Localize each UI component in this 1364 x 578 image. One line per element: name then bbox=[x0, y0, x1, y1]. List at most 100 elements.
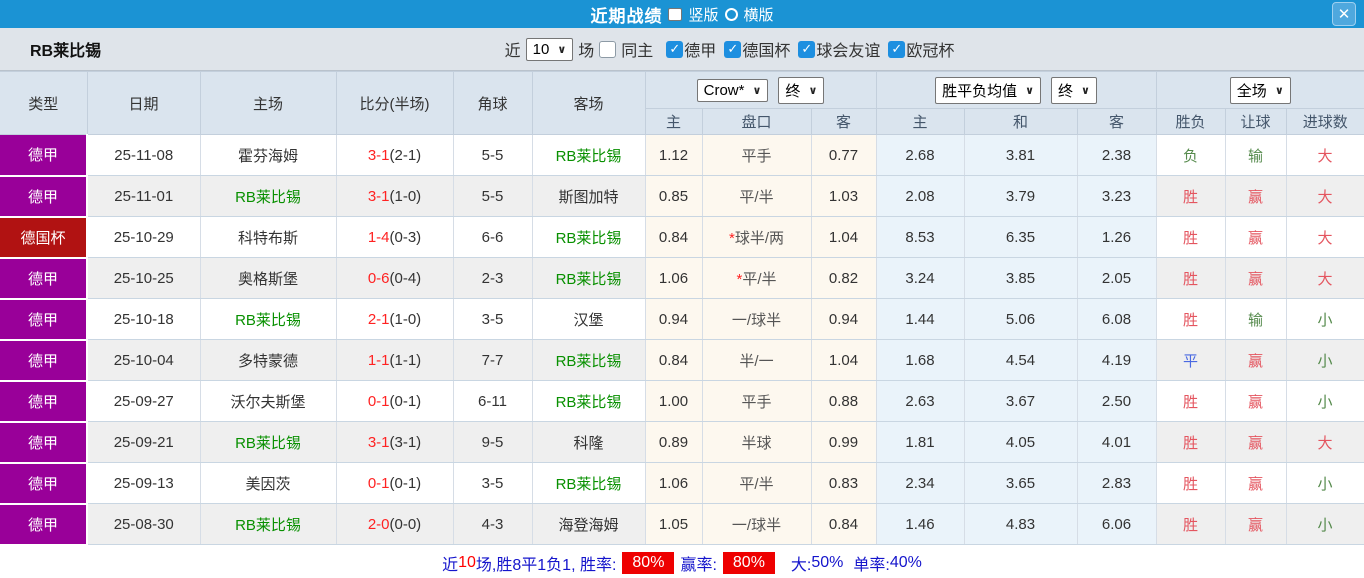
friendly-checkbox[interactable]: ✓ bbox=[798, 40, 816, 58]
col-header-away: 客场 bbox=[531, 71, 646, 135]
ah-handicap: *球半/两 bbox=[702, 216, 812, 258]
ah-handicap: 平手 bbox=[702, 134, 812, 176]
lose-odds: 2.38 bbox=[1077, 134, 1157, 176]
odds-company-select[interactable]: Crow* ∨ bbox=[696, 78, 769, 102]
fulltime-score: 1-4 bbox=[367, 228, 390, 246]
draw-odds: 3.81 bbox=[964, 134, 1078, 176]
ah-away-odds: 0.99 bbox=[811, 421, 877, 463]
match-score: 3-1(2-1) bbox=[336, 134, 454, 176]
corner-score: 3-5 bbox=[453, 298, 533, 340]
match-result: 胜 bbox=[1156, 257, 1226, 299]
match-result: 胜 bbox=[1156, 462, 1226, 504]
bundesliga-checkbox[interactable]: ✓ bbox=[666, 40, 684, 58]
away-team: RB莱比锡 bbox=[532, 134, 646, 176]
col-header-date: 日期 bbox=[86, 71, 201, 135]
subheader-result: 胜负 bbox=[1155, 108, 1226, 135]
wdl-average-select[interactable]: 胜平负均值 ∨ bbox=[935, 76, 1042, 104]
away-team: 汉堡 bbox=[532, 298, 646, 340]
match-score: 0-1(0-1) bbox=[336, 380, 454, 422]
col-header-home: 主场 bbox=[199, 71, 337, 135]
match-date: 25-11-08 bbox=[87, 134, 201, 176]
vertical-layout-radio[interactable] bbox=[668, 7, 683, 21]
near-label: 近 bbox=[442, 556, 459, 574]
away-team: RB莱比锡 bbox=[532, 257, 646, 299]
match-score: 2-1(1-0) bbox=[336, 298, 454, 340]
league-filter-german-cup[interactable]: ✓ 德国杯 bbox=[724, 37, 790, 61]
match-row: 德甲 25-08-30 RB莱比锡 2-0(0-0) 4-3 海登海姆 1.05… bbox=[0, 503, 1364, 546]
close-button[interactable]: ✕ bbox=[1332, 2, 1356, 26]
chevron-down-icon: ∨ bbox=[752, 84, 762, 97]
match-count-select[interactable]: 10 ∨ bbox=[525, 37, 574, 61]
ah-away-odds: 1.04 bbox=[811, 216, 877, 258]
fulltime-score: 2-1 bbox=[367, 310, 390, 328]
friendly-label: 球会友谊 bbox=[816, 43, 881, 60]
draw-odds: 3.85 bbox=[964, 257, 1078, 299]
horizontal-layout-label[interactable]: 横版 bbox=[744, 4, 774, 25]
league-type-badge: 德国杯 bbox=[0, 216, 88, 259]
subheader-handicap-result: 让球 bbox=[1224, 108, 1287, 135]
match-result: 胜 bbox=[1156, 298, 1226, 340]
fulltime-score: 0-6 bbox=[367, 269, 390, 287]
home-team: RB莱比锡 bbox=[200, 421, 337, 463]
league-filter-bundesliga[interactable]: ✓ 德甲 bbox=[666, 37, 716, 61]
bundesliga-label: 德甲 bbox=[684, 43, 717, 60]
match-score: 1-1(1-1) bbox=[336, 339, 454, 381]
fulltime-score: 3-1 bbox=[367, 433, 390, 451]
ah-home-odds: 0.84 bbox=[645, 216, 703, 258]
wdl-time-select[interactable]: 终 ∨ bbox=[1051, 76, 1097, 104]
match-date: 25-10-04 bbox=[87, 339, 201, 381]
away-team: RB莱比锡 bbox=[532, 380, 646, 422]
ah-away-odds: 0.94 bbox=[811, 298, 877, 340]
recent-results-panel: 近期战绩 竖版 横版 ✕ RB莱比锡 近 10 ∨ 场 同主 ✓ 德甲 ✓ 德国… bbox=[0, 0, 1364, 578]
ah-handicap: 一/球半 bbox=[702, 298, 812, 340]
lose-odds: 4.19 bbox=[1077, 339, 1157, 381]
odds-time-select[interactable]: 终 ∨ bbox=[778, 76, 825, 104]
vertical-layout-label[interactable]: 竖版 bbox=[688, 4, 718, 25]
single-rate-label: 单率: bbox=[853, 556, 890, 574]
away-team: 科隆 bbox=[532, 421, 646, 463]
handicap-result: 赢 bbox=[1225, 503, 1287, 545]
league-type-badge: 德甲 bbox=[0, 380, 88, 423]
goals-result: 大 bbox=[1286, 257, 1364, 299]
halftime-score: (0-1) bbox=[389, 474, 422, 492]
win-odds: 2.63 bbox=[876, 380, 965, 422]
ah-handicap: 一/球半 bbox=[702, 503, 812, 545]
same-home-checkbox[interactable] bbox=[599, 40, 617, 58]
col-header-score: 比分(半场) bbox=[335, 71, 454, 135]
league-type-badge: 德甲 bbox=[0, 462, 88, 505]
draw-odds: 3.67 bbox=[964, 380, 1078, 422]
asian-handicap-group-header: Crow* ∨ 终 ∨ bbox=[644, 71, 877, 109]
match-row: 德甲 25-09-21 RB莱比锡 3-1(3-1) 9-5 科隆 0.89 半… bbox=[0, 421, 1364, 464]
handicap-result: 赢 bbox=[1225, 257, 1287, 299]
league-filter-ucl[interactable]: ✓ 欧冠杯 bbox=[888, 37, 954, 61]
match-result: 胜 bbox=[1156, 421, 1226, 463]
draw-odds: 3.65 bbox=[964, 462, 1078, 504]
ucl-checkbox[interactable]: ✓ bbox=[888, 40, 906, 58]
away-team: 斯图加特 bbox=[532, 175, 646, 217]
horizontal-layout-radio[interactable] bbox=[724, 7, 738, 21]
ah-away-odds: 0.82 bbox=[811, 257, 877, 299]
goals-result: 大 bbox=[1286, 216, 1364, 258]
league-filter-friendly[interactable]: ✓ 球会友谊 bbox=[798, 37, 880, 61]
titlebar: 近期战绩 竖版 横版 ✕ bbox=[0, 0, 1364, 28]
match-row: 德甲 25-11-01 RB莱比锡 3-1(1-0) 5-5 斯图加特 0.85… bbox=[0, 175, 1364, 218]
home-team: 霍芬海姆 bbox=[200, 134, 337, 176]
win-odds: 1.44 bbox=[876, 298, 965, 340]
goals-result: 小 bbox=[1286, 339, 1364, 381]
league-type-badge: 德甲 bbox=[0, 503, 88, 546]
home-team: 多特蒙德 bbox=[200, 339, 337, 381]
league-type-badge: 德甲 bbox=[0, 298, 88, 341]
corner-score: 6-11 bbox=[453, 380, 533, 422]
match-result: 胜 bbox=[1156, 503, 1226, 545]
german-cup-checkbox[interactable]: ✓ bbox=[724, 40, 742, 58]
panel-title: 近期战绩 bbox=[590, 6, 663, 26]
draw-odds: 4.83 bbox=[964, 503, 1078, 545]
games-label: 场 bbox=[578, 43, 595, 60]
scope-select[interactable]: 全场 ∨ bbox=[1229, 76, 1291, 104]
big-rate-value: 50% bbox=[811, 553, 844, 571]
subheader-lose: 客 bbox=[1076, 108, 1157, 135]
halftime-score: (1-0) bbox=[389, 310, 422, 328]
away-team: RB莱比锡 bbox=[532, 339, 646, 381]
match-result: 负 bbox=[1156, 134, 1226, 176]
goals-result: 小 bbox=[1286, 462, 1364, 504]
